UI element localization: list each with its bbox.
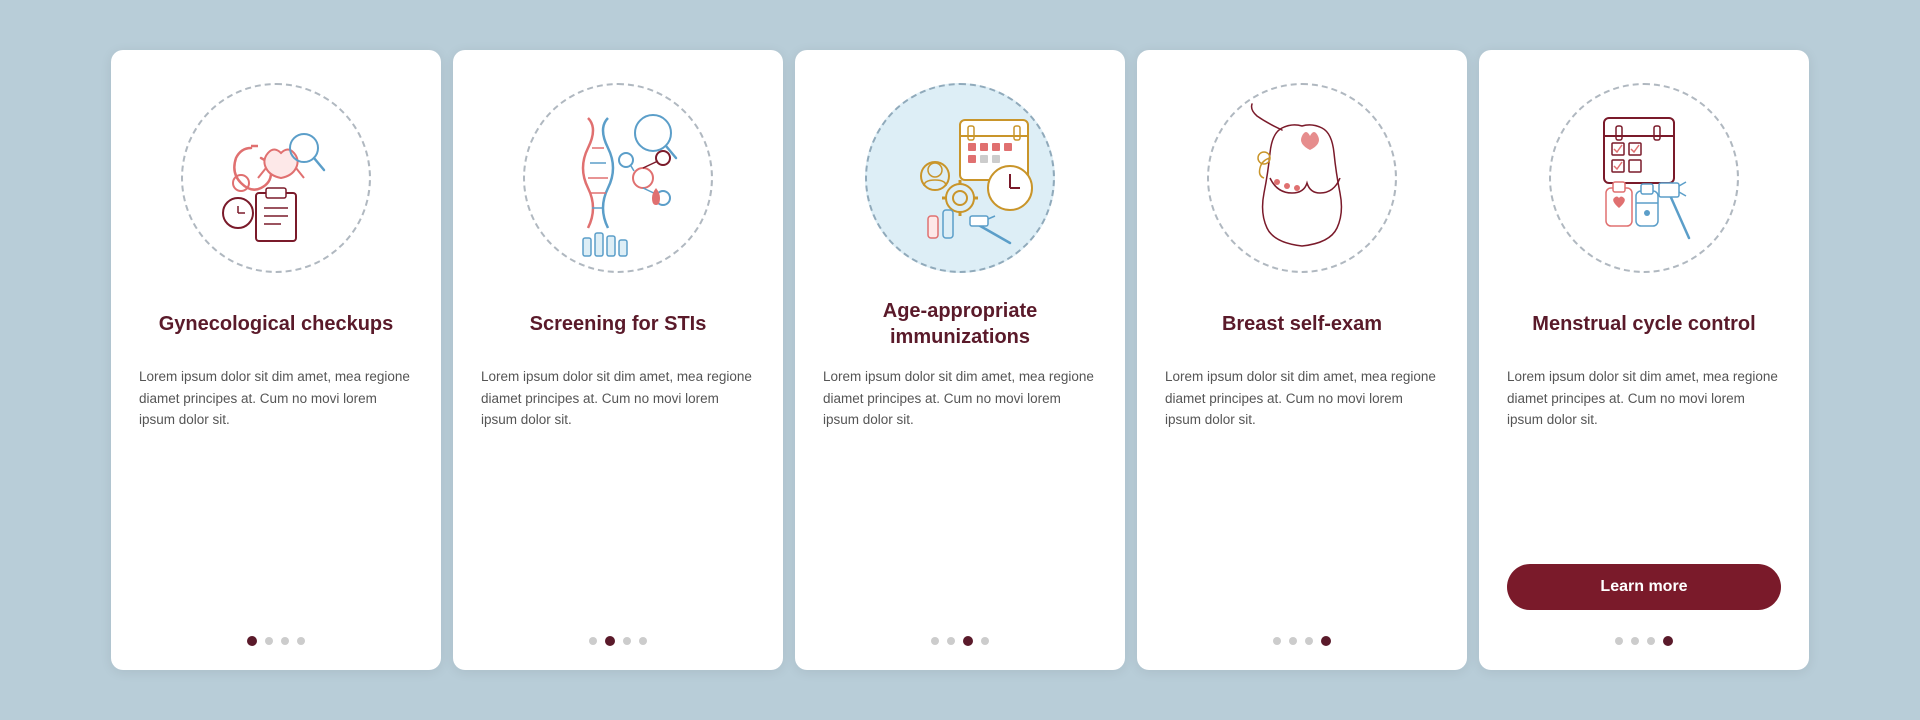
card-body-menstrual: Lorem ipsum dolor sit dim amet, mea regi… xyxy=(1507,366,1781,546)
icon-area-gyno xyxy=(176,78,376,278)
dot-3 xyxy=(1305,637,1313,645)
card-body-gyno: Lorem ipsum dolor sit dim amet, mea regi… xyxy=(139,366,413,608)
card-body-immunization: Lorem ipsum dolor sit dim amet, mea regi… xyxy=(823,366,1097,608)
dots-row-menstrual xyxy=(1615,626,1673,646)
dot-4 xyxy=(1663,636,1673,646)
icon-area-sti xyxy=(518,78,718,278)
card-title-gyno: Gynecological checkups xyxy=(159,296,394,352)
dot-2 xyxy=(1631,637,1639,645)
dot-4 xyxy=(1321,636,1331,646)
dot-1 xyxy=(931,637,939,645)
dot-4 xyxy=(297,637,305,645)
menstrual-icon xyxy=(1564,98,1724,258)
dot-3 xyxy=(623,637,631,645)
dot-2 xyxy=(265,637,273,645)
sti-icon xyxy=(538,98,698,258)
immunization-icon xyxy=(880,98,1040,258)
card-body-sti: Lorem ipsum dolor sit dim amet, mea regi… xyxy=(481,366,755,608)
dots-row-breast xyxy=(1273,626,1331,646)
breast-icon xyxy=(1222,98,1382,258)
card-title-menstrual: Menstrual cycle control xyxy=(1532,296,1755,352)
dot-2 xyxy=(1289,637,1297,645)
dot-1 xyxy=(1273,637,1281,645)
dot-3 xyxy=(963,636,973,646)
icon-area-menstrual xyxy=(1544,78,1744,278)
dot-4 xyxy=(639,637,647,645)
cards-container: Gynecological checkups Lorem ipsum dolor… xyxy=(71,20,1849,700)
card-title-breast: Breast self-exam xyxy=(1222,296,1382,352)
dot-3 xyxy=(1647,637,1655,645)
icon-area-immunization xyxy=(860,78,1060,278)
dot-4 xyxy=(981,637,989,645)
dot-1 xyxy=(247,636,257,646)
dots-row-sti xyxy=(589,626,647,646)
icon-area-breast xyxy=(1202,78,1402,278)
card-gyno: Gynecological checkups Lorem ipsum dolor… xyxy=(111,50,441,670)
gyno-icon xyxy=(196,98,356,258)
dot-2 xyxy=(947,637,955,645)
card-menstrual: Menstrual cycle control Lorem ipsum dolo… xyxy=(1479,50,1809,670)
dot-1 xyxy=(1615,637,1623,645)
dot-1 xyxy=(589,637,597,645)
card-body-breast: Lorem ipsum dolor sit dim amet, mea regi… xyxy=(1165,366,1439,608)
dots-row-immunization xyxy=(931,626,989,646)
card-breast: Breast self-exam Lorem ipsum dolor sit d… xyxy=(1137,50,1467,670)
card-title-sti: Screening for STIs xyxy=(530,296,707,352)
card-sti: Screening for STIs Lorem ipsum dolor sit… xyxy=(453,50,783,670)
card-immunization: Age-appropriate immunizations Lorem ipsu… xyxy=(795,50,1125,670)
dots-row-gyno xyxy=(247,626,305,646)
learn-more-button[interactable]: Learn more xyxy=(1507,564,1781,610)
dot-2 xyxy=(605,636,615,646)
dot-3 xyxy=(281,637,289,645)
card-title-immunization: Age-appropriate immunizations xyxy=(823,296,1097,352)
